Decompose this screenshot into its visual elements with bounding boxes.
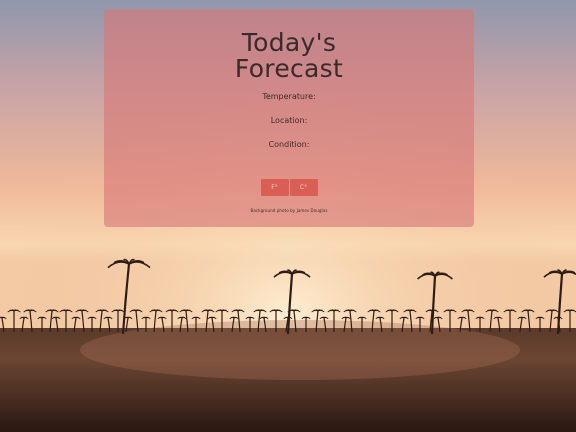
temperature-label: Temperature:	[262, 92, 316, 101]
location-label: Location:	[270, 116, 308, 125]
forecast-card: Today's Forecast Temperature: Location: …	[104, 9, 474, 227]
unit-toggle-group: F° C°	[104, 179, 474, 196]
title-line-1: Today's	[241, 28, 337, 57]
photo-credit: Background photo by James Douglas	[250, 208, 328, 213]
condition-label: Condition:	[268, 140, 310, 149]
celsius-button[interactable]: C°	[289, 179, 318, 196]
page-title: Today's Forecast	[104, 30, 474, 82]
title-line-2: Forecast	[234, 54, 344, 83]
fahrenheit-button[interactable]: F°	[260, 179, 289, 196]
